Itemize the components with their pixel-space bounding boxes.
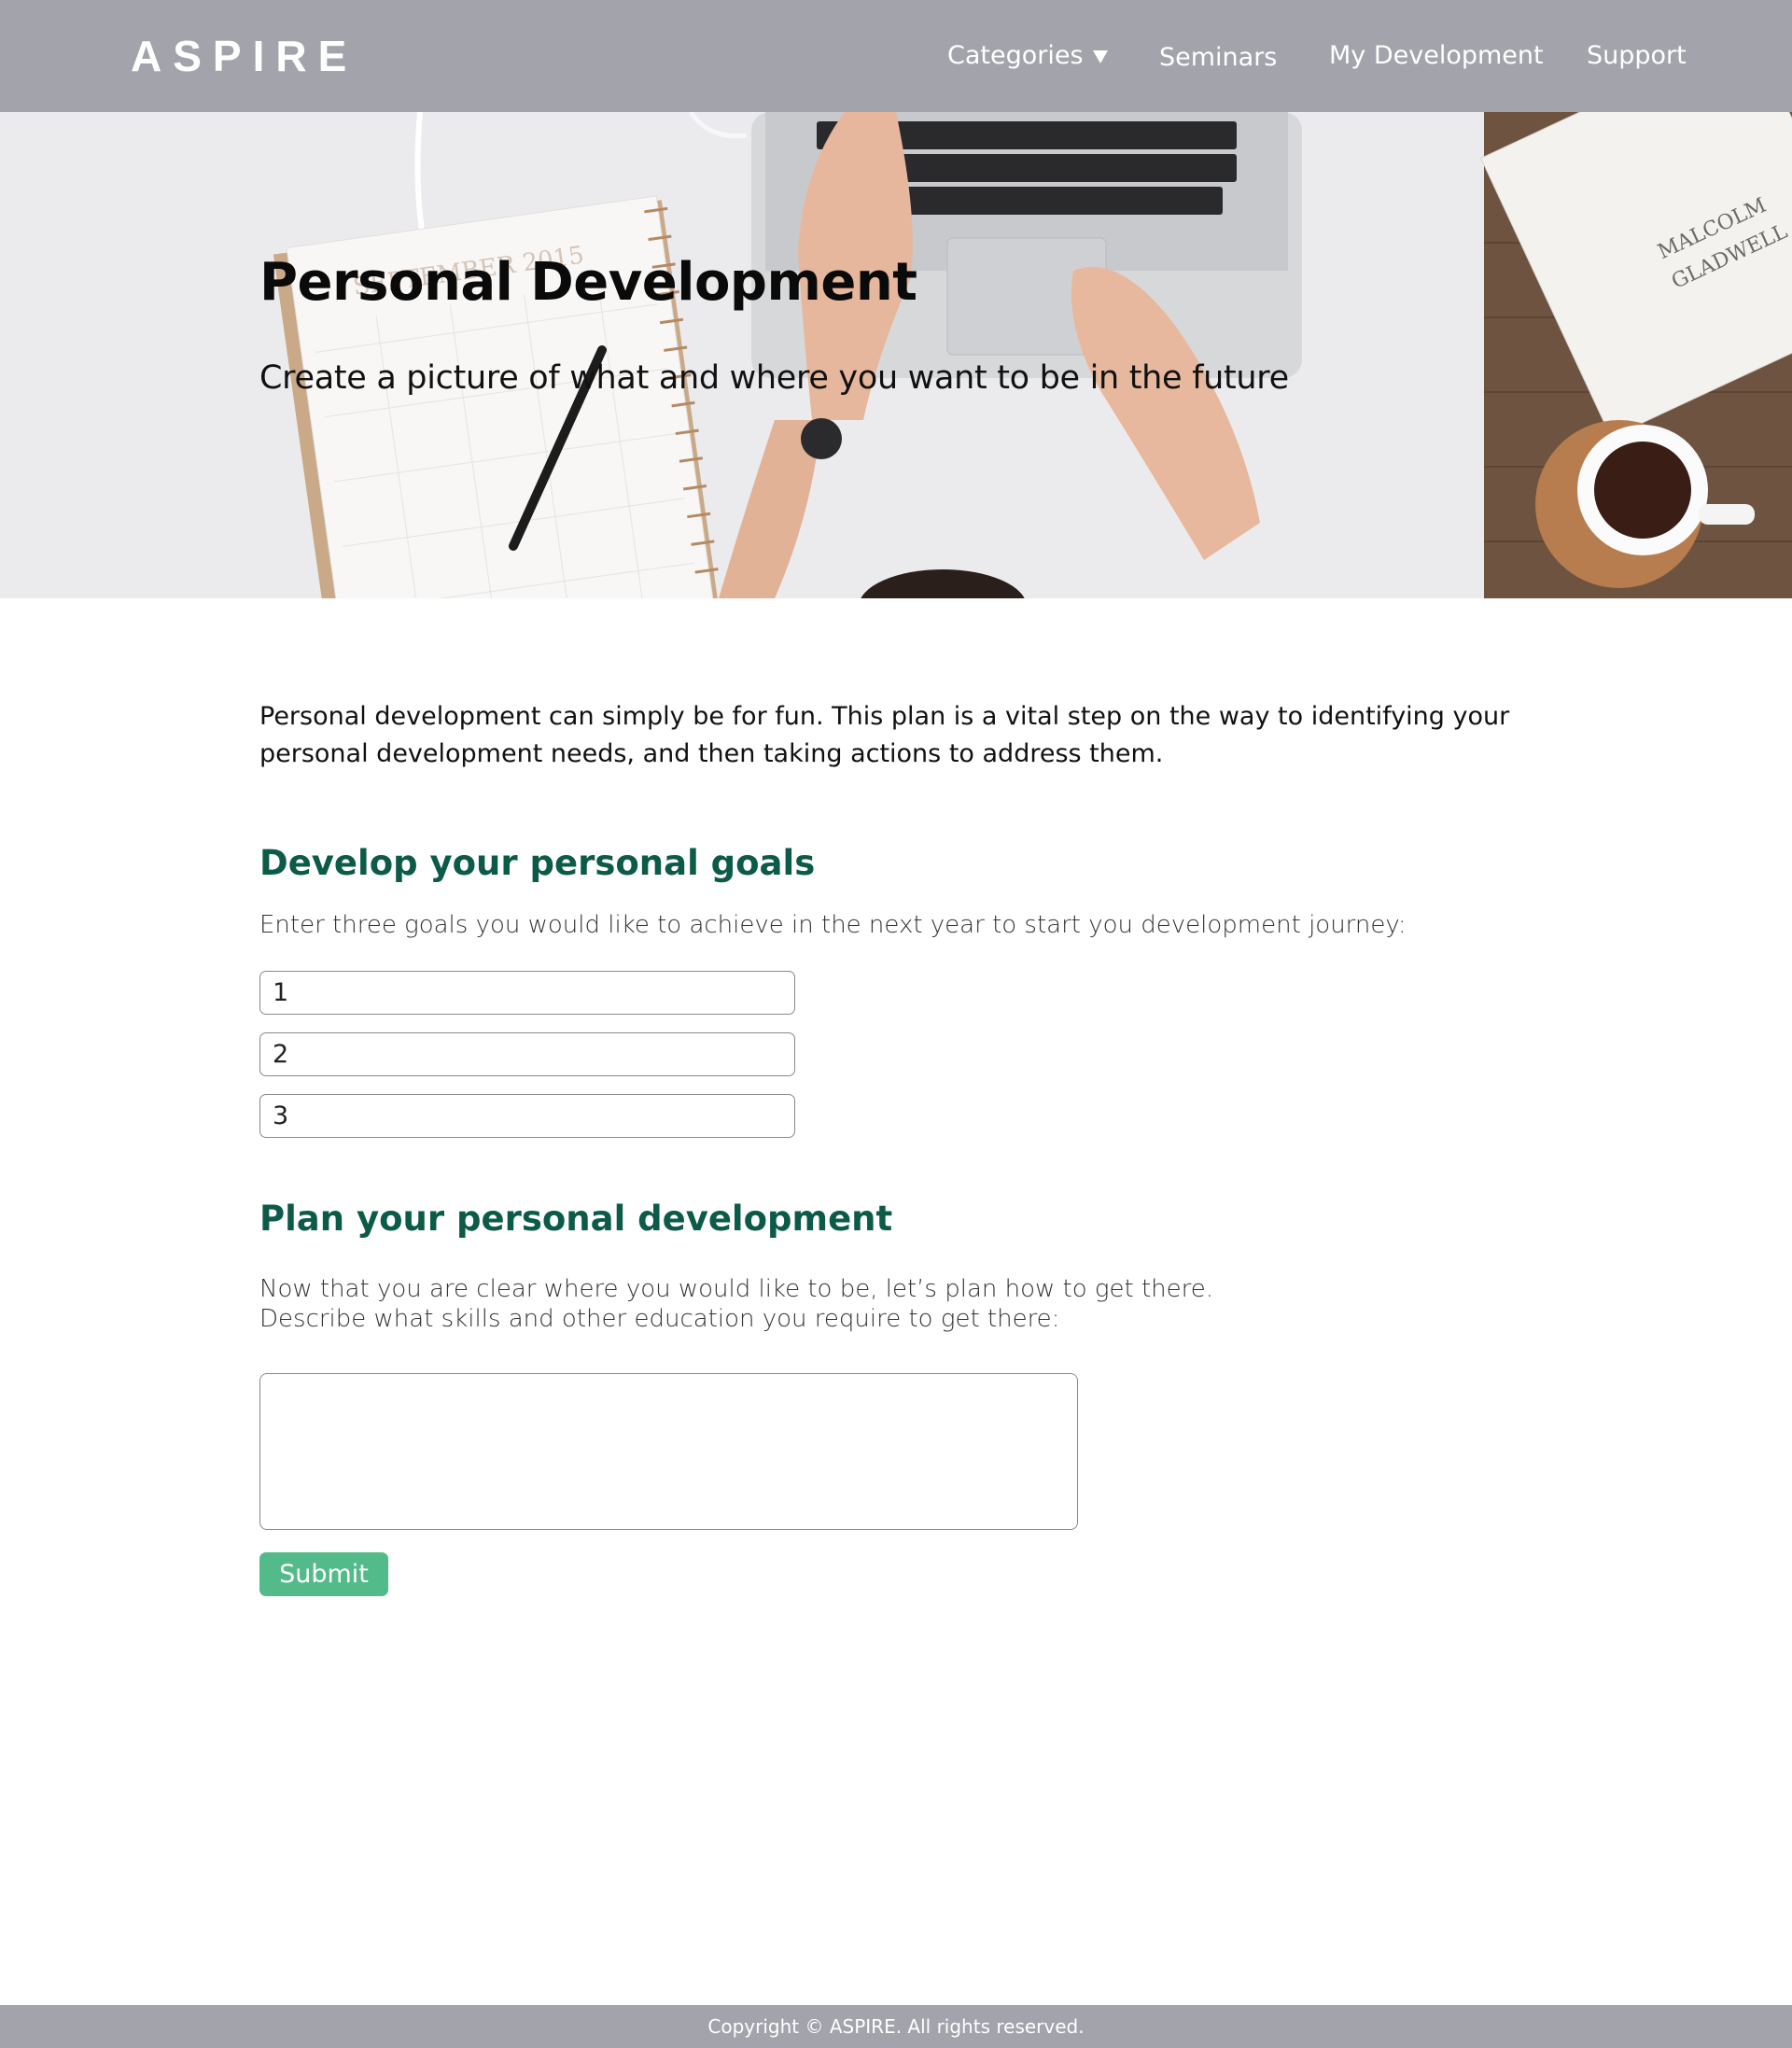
- goals-instruction: Enter three goals you would like to achi…: [259, 911, 1407, 939]
- nav-my-development[interactable]: My Development: [1329, 37, 1544, 75]
- plan-instruction-line-2: Describe what skills and other education…: [259, 1305, 1060, 1333]
- caret-down-icon: [1092, 49, 1108, 63]
- development-plan-textarea[interactable]: [259, 1373, 1078, 1530]
- page-title: Personal Development: [259, 252, 917, 313]
- top-navigation-bar: ASPIRE Categories Seminars My Developmen…: [0, 0, 1792, 112]
- goal-input-1[interactable]: [259, 971, 795, 1015]
- goals-heading: Develop your personal goals: [259, 843, 816, 883]
- hero-image: SEPTEMBER 2015 MALCOLM GLADWELL: [0, 112, 1792, 598]
- plan-instruction-line-1: Now that you are clear where you would l…: [259, 1275, 1214, 1303]
- nav-categories[interactable]: Categories: [947, 37, 1108, 75]
- footer: Copyright © ASPIRE. All rights reserved.: [0, 2005, 1792, 2048]
- submit-button[interactable]: Submit: [259, 1552, 388, 1596]
- nav-support[interactable]: Support: [1587, 37, 1687, 75]
- goal-input-2[interactable]: [259, 1032, 795, 1076]
- plan-heading: Plan your personal development: [259, 1199, 893, 1239]
- intro-paragraph: Personal development can simply be for f…: [259, 702, 1510, 768]
- page-subtitle: Create a picture of what and where you w…: [259, 359, 1289, 397]
- nav-seminars[interactable]: Seminars: [1159, 39, 1277, 77]
- goal-input-3[interactable]: [259, 1094, 795, 1138]
- nav-categories-label: Categories: [947, 41, 1084, 70]
- hero-banner: SEPTEMBER 2015 MALCOLM GLADWELL Personal…: [0, 112, 1792, 598]
- copyright-text: Copyright © ASPIRE. All rights reserved.: [707, 2015, 1085, 2038]
- brand-logo[interactable]: ASPIRE: [131, 28, 357, 84]
